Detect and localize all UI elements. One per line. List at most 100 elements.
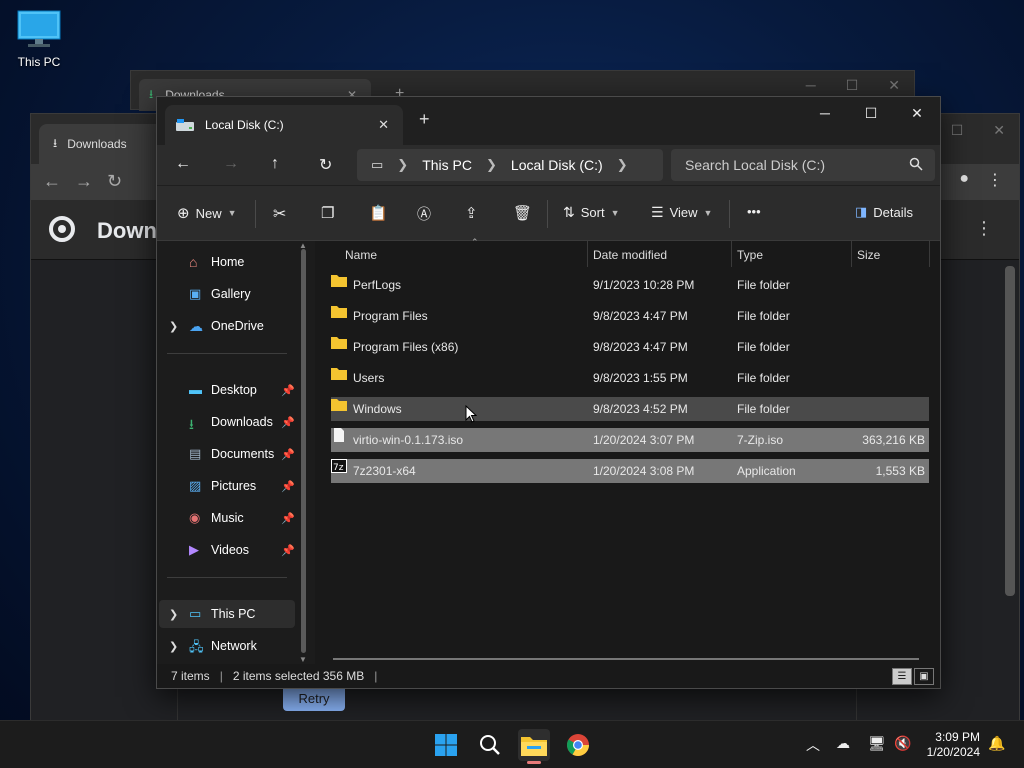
notification-bell-icon[interactable]: 🔔 [988,735,1005,752]
details-button[interactable]: ◨ Details [855,204,913,220]
volume-muted-icon[interactable]: 🔇 [894,735,911,752]
file-row[interactable]: Program Files 9/8/2023 4:47 PM File fold… [331,304,929,328]
network-icon[interactable]: 🖥 [868,735,886,752]
forward-icon[interactable]: → [75,171,93,192]
copy-icon[interactable]: ❐ [321,204,334,222]
breadcrumb-local-disk[interactable]: Local Disk (C:) [511,157,603,173]
nav-item-desktop[interactable]: ▬ Desktop 📌 [157,376,303,404]
delete-icon[interactable]: 🗑 [513,204,532,222]
search-input[interactable]: Search Local Disk (C:) [671,149,935,181]
profile-icon[interactable]: ● [959,170,969,190]
tiles-view-icon[interactable]: ▣ [914,668,934,685]
column-header-size[interactable]: Size [857,248,880,262]
desktop-icon-this-pc[interactable]: This PC [10,10,68,69]
chrome-scrollbar[interactable] [1005,266,1015,596]
chevron-right-icon[interactable]: ❯ [169,320,178,333]
back-icon[interactable]: ← [43,171,61,192]
nav-item-downloads[interactable]: ⭳ Downloads 📌 [157,408,303,436]
chevron-up-icon[interactable]: ︿ [806,735,820,755]
reload-icon[interactable]: ↻ [107,171,122,192]
file-explorer-window[interactable]: Local Disk (C:) ✕ + ─ ☐ ✕ ← → ↑ ↻ ▭ ❯ Th… [156,96,941,689]
maximize-icon[interactable]: ☐ [846,77,859,94]
column-header-name[interactable]: Name [345,248,377,262]
7zip-app-icon: 7z [331,459,347,473]
file-row[interactable]: Program Files (x86) 9/8/2023 4:47 PM Fil… [331,335,929,359]
sort-button-label: Sort [580,205,605,220]
close-tab-icon[interactable]: ✕ [378,117,389,133]
chevron-right-icon[interactable]: ❯ [169,608,178,621]
chevron-right-icon[interactable]: ❯ [169,640,178,653]
explorer-tab[interactable]: Local Disk (C:) ✕ [165,105,403,145]
folder-icon [331,399,347,411]
new-button[interactable]: ⊕ New ▼ [177,204,237,222]
taskbar-clock[interactable]: 3:09 PM 1/20/2024 [918,730,980,760]
pin-icon: 📌 [281,448,295,461]
refresh-icon[interactable]: ↻ [319,155,332,175]
close-icon[interactable]: ✕ [894,97,940,129]
chrome-page-title: Down [97,218,157,243]
more-icon[interactable]: ⋮ [975,218,993,239]
back-icon[interactable]: ← [175,155,191,173]
new-tab-icon[interactable]: + [419,109,430,130]
network-icon: 🖧 [189,639,204,654]
up-icon[interactable]: ↑ [271,155,279,173]
close-icon[interactable]: ✕ [993,122,1005,139]
mouse-cursor-icon [465,405,477,423]
title-bar: Local Disk (C:) ✕ + ─ ☐ ✕ [157,97,940,145]
clock-time: 3:09 PM [935,730,980,744]
nav-item-this-pc[interactable]: ❯ ▭ This PC [159,600,295,628]
share-icon[interactable]: ⇪ [465,204,478,222]
view-button-label: View [669,205,698,220]
home-icon: ⌂ [189,254,198,270]
file-explorer-icon [521,737,547,756]
file-row[interactable]: Windows 9/8/2023 4:52 PM File folder [331,397,929,421]
nav-item-documents[interactable]: ▤ Documents 📌 [157,440,303,468]
column-header-date[interactable]: Date modified [593,248,667,262]
chevron-right-icon[interactable]: ❯ [617,157,628,173]
minimize-icon[interactable]: ─ [806,77,816,94]
nav-item-onedrive[interactable]: ❯ ☁ OneDrive [157,312,303,340]
view-button[interactable]: ☰ View ▼ [651,204,712,221]
cloud-off-icon[interactable]: ☁ [836,735,850,752]
forward-icon[interactable]: → [223,155,239,173]
menu-icon[interactable]: ⋮ [987,170,1003,190]
nav-item-videos[interactable]: ▶ Videos 📌 [157,536,303,564]
nav-item-music[interactable]: ◉ Music 📌 [157,504,303,532]
minimize-icon[interactable]: ─ [802,97,848,129]
maximize-icon[interactable]: ☐ [848,97,894,129]
file-name: Program Files [353,309,428,323]
nav-item-pictures[interactable]: ▨ Pictures 📌 [157,472,303,500]
view-icon: ☰ [651,204,664,220]
nav-item-label: Downloads [211,415,273,429]
paste-icon[interactable]: 📋 [369,204,388,222]
nav-item-network[interactable]: ❯ 🖧 Network [157,632,303,660]
taskbar-chrome[interactable] [562,729,594,761]
monitor-icon: ▭ [371,157,384,172]
file-type: File folder [737,278,790,292]
close-icon[interactable]: ✕ [888,77,900,94]
file-row[interactable]: 7z 7z2301-x64 1/20/2024 3:08 PM Applicat… [331,459,929,483]
chevron-right-icon[interactable]: ❯ [486,157,497,173]
taskbar-file-explorer[interactable] [518,729,550,764]
file-row[interactable]: Users 9/8/2023 1:55 PM File folder [331,366,929,390]
rename-icon[interactable]: Ⓐ [417,204,431,224]
breadcrumb[interactable]: ▭ ❯ This PC ❯ Local Disk (C:) ❯ [357,149,663,181]
file-row[interactable]: virtio-win-0.1.173.iso 1/20/2024 3:07 PM… [331,428,929,452]
maximize-icon[interactable]: ☐ [951,122,964,139]
column-header-type[interactable]: Type [737,248,763,262]
search-button[interactable] [474,729,506,761]
nav-item-gallery[interactable]: ▣ Gallery [157,280,303,308]
see-more-button[interactable]: ••• [747,204,761,219]
nav-item-label: Gallery [211,287,251,301]
sort-button[interactable]: ⇅ Sort ▼ [563,204,620,221]
chevron-right-icon[interactable]: ❯ [397,157,408,173]
file-row[interactable]: PerfLogs 9/1/2023 10:28 PM File folder [331,273,929,297]
breadcrumb-this-pc[interactable]: This PC [422,157,472,173]
horizontal-scrollbar[interactable] [333,658,919,660]
details-view-icon[interactable]: ☰ [892,668,912,685]
start-button[interactable] [430,729,462,761]
file-date: 9/8/2023 4:47 PM [593,309,688,323]
cut-icon[interactable]: ✂ [273,204,286,224]
nav-item-home[interactable]: ⌂ Home [157,248,303,276]
file-name: Users [353,371,385,385]
